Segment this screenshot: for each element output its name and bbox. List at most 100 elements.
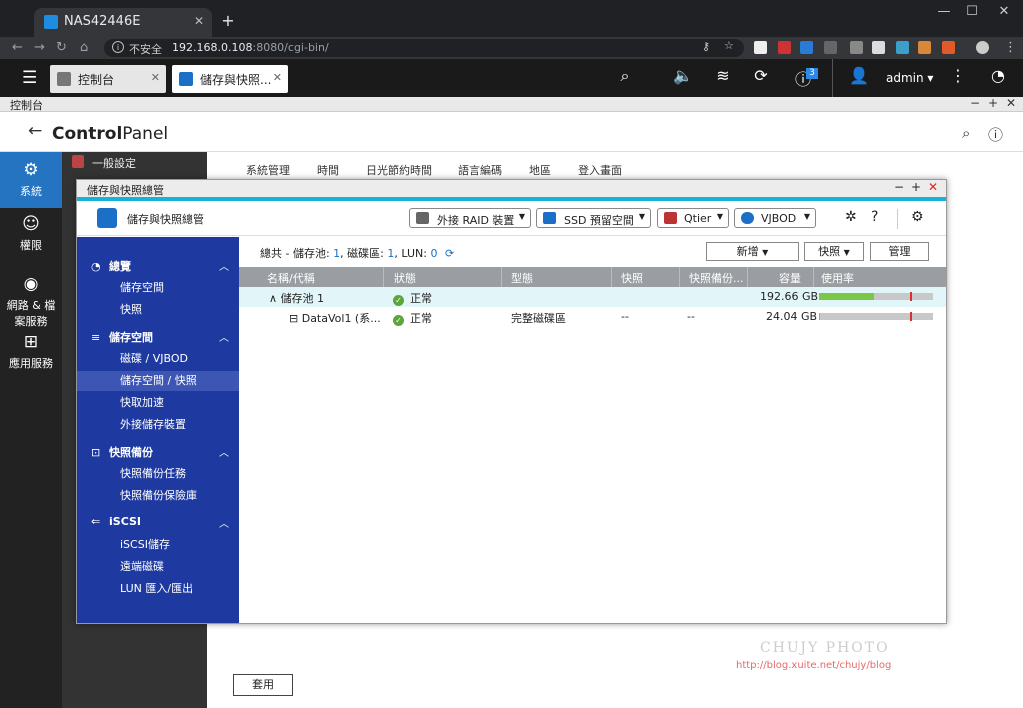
- tools-icon[interactable]: ✲: [845, 209, 857, 225]
- minimize-icon[interactable]: —: [934, 4, 954, 19]
- address-bar[interactable]: i 不安全 192.168.0.108:8080/cgi-bin/ ⚷ ☆: [104, 39, 744, 57]
- sidebar-item-remote-disk[interactable]: 遠端磁碟: [77, 557, 239, 577]
- search-icon[interactable]: ⌕: [612, 66, 638, 86]
- close-window-icon[interactable]: ✕: [994, 4, 1014, 19]
- close-icon[interactable]: ✕: [151, 71, 160, 84]
- column-snapshot-backup[interactable]: 快照備份...: [689, 270, 744, 286]
- qts-tab-control-panel[interactable]: 控制台 ✕: [50, 65, 166, 93]
- column-type[interactable]: 型態: [511, 270, 533, 286]
- search-icon[interactable]: ⌕: [962, 124, 970, 142]
- tasks-icon[interactable]: ≋: [710, 66, 736, 85]
- extension-icon[interactable]: [942, 41, 955, 54]
- nav-system[interactable]: ⚙ 系統: [0, 152, 62, 208]
- dashboard-icon[interactable]: ◔: [985, 66, 1011, 85]
- close-icon[interactable]: ✕: [1006, 96, 1016, 110]
- reload-icon[interactable]: ↻: [56, 40, 67, 55]
- forward-arrow-icon[interactable]: →: [34, 40, 45, 55]
- profile-avatar[interactable]: [976, 41, 989, 54]
- chevron-down-icon: ▼: [518, 212, 525, 221]
- maximize-icon[interactable]: +: [988, 96, 998, 110]
- browser-tab[interactable]: NAS42446E ✕: [34, 8, 212, 37]
- sync-icon[interactable]: ⟳: [748, 66, 774, 85]
- table-row-volume[interactable]: ⊟ DataVol1 (系... ✓ 正常 完整磁碟區 -- -- 24.04 G…: [239, 307, 946, 327]
- volume-icon[interactable]: 🔈: [670, 66, 696, 85]
- sidebar-item-disks-vjbod[interactable]: 磁碟 / VJBOD: [77, 349, 239, 369]
- sidebar-item-external-storage[interactable]: 外接儲存裝置: [77, 415, 239, 435]
- new-tab-button[interactable]: +: [218, 11, 238, 31]
- column-capacity[interactable]: 容量: [779, 270, 801, 286]
- sidebar-section-overview[interactable]: ◔ 總覽 ︿: [91, 258, 241, 274]
- more-options-icon[interactable]: ⋮: [945, 66, 971, 85]
- help-icon[interactable]: ⓘ: [988, 124, 1003, 145]
- nav-privilege[interactable]: ☺ 權限: [0, 214, 62, 254]
- minimize-icon[interactable]: −: [894, 180, 904, 194]
- lun-count: 0: [430, 247, 438, 260]
- summary-text: 總共 - 儲存池: 1, 磁碟區: 1, LUN: 0 ⟳: [260, 245, 454, 261]
- hamburger-menu-icon[interactable]: ☰: [22, 68, 37, 88]
- home-icon[interactable]: ⌂: [80, 40, 88, 55]
- table-row-pool[interactable]: ∧ 儲存池 1 ✓ 正常 192.66 GB: [239, 287, 946, 307]
- sidebar-section-backup[interactable]: ⊡ 快照備份 ︿: [91, 444, 241, 460]
- sidebar-item-overview-storage[interactable]: 儲存空間: [77, 278, 239, 298]
- close-icon[interactable]: ✕: [928, 180, 938, 194]
- info-icon[interactable]: i: [112, 41, 124, 53]
- maximize-icon[interactable]: +: [911, 180, 921, 194]
- tab-daylight-saving[interactable]: 日光節約時間: [366, 162, 432, 178]
- close-icon[interactable]: ✕: [194, 14, 204, 28]
- back-arrow-icon[interactable]: ←: [28, 121, 42, 141]
- tab-region[interactable]: 地區: [529, 162, 551, 178]
- qtier-dropdown[interactable]: Qtier ▼: [657, 208, 729, 228]
- sidebar-item-overview-snapshot[interactable]: 快照: [77, 300, 239, 320]
- close-icon[interactable]: ✕: [273, 71, 282, 84]
- user-menu[interactable]: admin ▾: [886, 71, 933, 85]
- sidebar-item-backup-jobs[interactable]: 快照備份任務: [77, 464, 239, 484]
- extension-icon[interactable]: [918, 41, 931, 54]
- new-button[interactable]: 新增 ▼: [706, 242, 799, 261]
- sidebar-item-iscsi-storage[interactable]: iSCSI儲存: [77, 535, 239, 555]
- tab-language[interactable]: 語言編碼: [458, 162, 502, 178]
- tab-login-screen[interactable]: 登入畫面: [578, 162, 622, 178]
- watermark-title: CHUJY PHOTO: [760, 640, 890, 656]
- sidebar-section-iscsi[interactable]: ⇐ iSCSI ︿: [91, 515, 241, 530]
- tab-time[interactable]: 時間: [317, 162, 339, 178]
- minimize-icon[interactable]: −: [970, 96, 980, 110]
- extension-icon[interactable]: [872, 41, 885, 54]
- sidebar-section-storage[interactable]: ≡ 儲存空間 ︿: [91, 329, 241, 345]
- extension-icon[interactable]: [824, 41, 837, 54]
- vjbod-dropdown[interactable]: VJBOD ▼: [734, 208, 816, 228]
- external-raid-dropdown[interactable]: 外接 RAID 裝置 ▼: [409, 208, 531, 228]
- chevron-up-icon[interactable]: ∧: [269, 292, 277, 305]
- back-arrow-icon[interactable]: ←: [12, 40, 23, 55]
- sidebar-item-lun-import-export[interactable]: LUN 匯入/匯出: [77, 579, 239, 599]
- storage-window-titlebar[interactable]: 儲存與快照總管 − + ✕: [77, 180, 946, 197]
- extension-icon[interactable]: [754, 41, 767, 54]
- extension-icon[interactable]: [800, 41, 813, 54]
- key-icon[interactable]: ⚷: [702, 40, 710, 53]
- sidebar-item-cache[interactable]: 快取加速: [77, 393, 239, 413]
- settings-gear-icon[interactable]: ⚙: [911, 209, 924, 225]
- username: admin: [886, 71, 924, 85]
- refresh-icon[interactable]: ⟳: [445, 247, 454, 260]
- column-usage[interactable]: 使用率: [821, 270, 854, 286]
- manage-button[interactable]: 管理: [870, 242, 929, 261]
- star-icon[interactable]: ☆: [724, 39, 734, 52]
- help-icon[interactable]: ?: [871, 209, 878, 225]
- column-name[interactable]: 名稱/代稱: [267, 270, 315, 286]
- user-icon[interactable]: 👤: [846, 66, 872, 85]
- snapshot-button[interactable]: 快照 ▼: [804, 242, 864, 261]
- extension-icon[interactable]: [896, 41, 909, 54]
- qts-tab-storage[interactable]: 儲存與快照... ✕: [172, 65, 288, 93]
- sidebar-item-storage-snapshots[interactable]: 儲存空間 / 快照: [77, 371, 239, 391]
- nav-network[interactable]: ◉ 網路 & 檔 案服務: [0, 274, 62, 328]
- nav-applications[interactable]: ⊞ 應用服務: [0, 332, 62, 372]
- maximize-icon[interactable]: ☐: [962, 4, 982, 19]
- ssd-overprovision-dropdown[interactable]: SSD 預留空間 ▼: [536, 208, 651, 228]
- column-status[interactable]: 狀態: [394, 270, 416, 286]
- sub-nav-general-settings[interactable]: 一般設定: [92, 155, 136, 171]
- sidebar-item-backup-vault[interactable]: 快照備份保險庫: [77, 486, 239, 506]
- adblock-icon[interactable]: [778, 41, 791, 54]
- menu-dots-icon[interactable]: ⋮: [1004, 40, 1017, 55]
- extension-icon[interactable]: [850, 41, 863, 54]
- column-snapshot[interactable]: 快照: [621, 270, 643, 286]
- apply-button[interactable]: 套用: [233, 674, 293, 696]
